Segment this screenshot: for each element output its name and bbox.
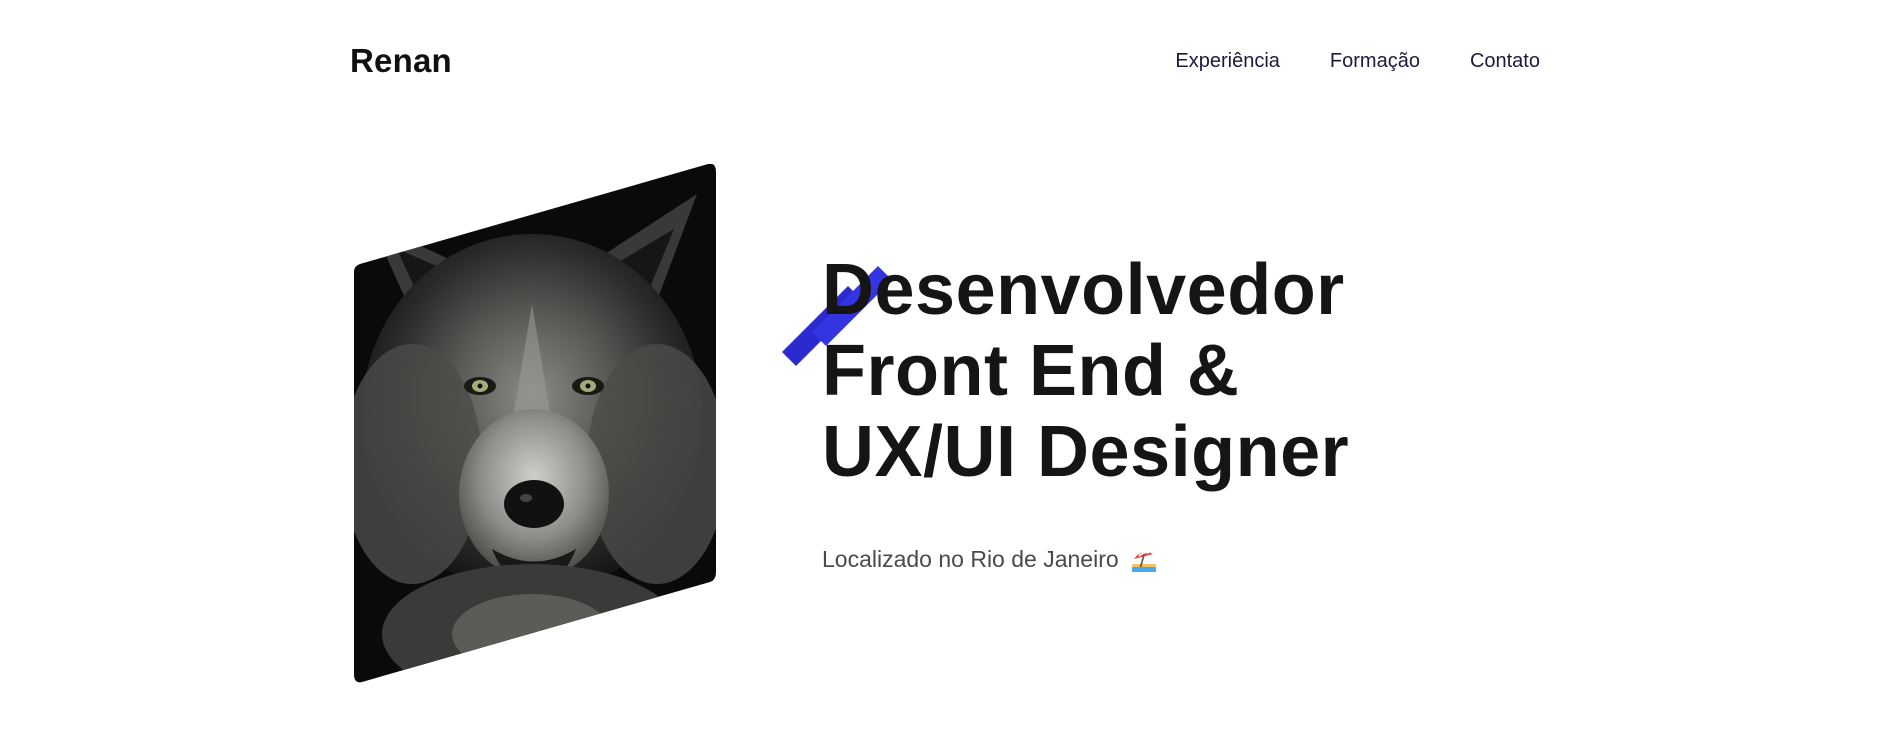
- headline-line-1: Desenvolvedor: [822, 250, 1345, 330]
- location-text: Localizado no Rio de Janeiro: [822, 546, 1119, 572]
- wolf-portrait-image: [354, 164, 716, 683]
- location: Localizado no Rio de Janeiro: [822, 546, 1157, 573]
- headline: Desenvolvedor Front End & UX/UI Designer: [822, 250, 1542, 493]
- main-nav: Experiência Formação Contato: [1175, 50, 1540, 73]
- nav-experiencia[interactable]: Experiência: [1175, 50, 1280, 73]
- headline-line-2: Front End &: [822, 331, 1240, 411]
- page: Renan Experiência Formação Contato Desen…: [0, 0, 1901, 751]
- site-header: Renan Experiência Formação Contato: [350, 36, 1540, 86]
- nav-formacao[interactable]: Formação: [1330, 50, 1420, 73]
- nav-contato[interactable]: Contato: [1470, 50, 1540, 73]
- headline-line-3: UX/UI Designer: [822, 412, 1350, 492]
- profile-photo: [352, 164, 718, 686]
- beach-umbrella-icon: [1131, 551, 1156, 572]
- logo[interactable]: Renan: [350, 42, 452, 80]
- hero-heading: Desenvolvedor Front End & UX/UI Designer: [782, 250, 1542, 493]
